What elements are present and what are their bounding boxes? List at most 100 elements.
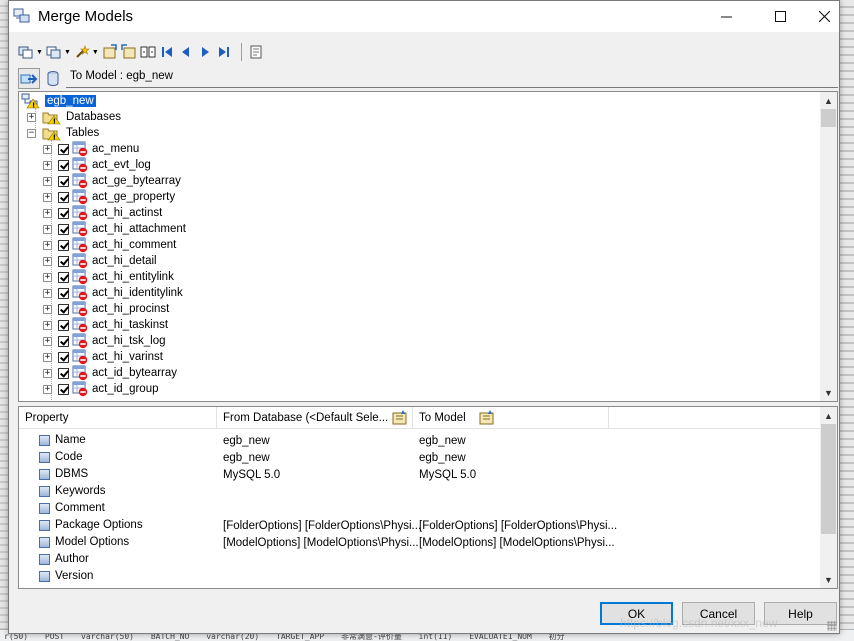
scroll-thumb[interactable] (821, 424, 836, 534)
property-row[interactable]: Author (19, 552, 822, 569)
table-checkbox[interactable] (58, 175, 69, 187)
table-name: act_hi_taskinst (92, 319, 169, 331)
expand-toggle[interactable]: + (43, 176, 52, 186)
expand-toggle[interactable]: + (43, 240, 52, 250)
previous-difference-button[interactable] (178, 41, 194, 63)
property-grid-header: Property From Database (<Default Sele...… (19, 407, 822, 429)
expand-toggle[interactable]: + (43, 384, 52, 394)
scroll-down-arrow[interactable]: ▼ (820, 384, 837, 401)
scroll-thumb[interactable] (821, 109, 836, 127)
table-node[interactable]: + act_hi_varinst (43, 349, 163, 365)
table-node[interactable]: + act_hi_attachment (43, 221, 186, 237)
close-button[interactable] (801, 1, 847, 32)
table-checkbox[interactable] (58, 271, 69, 283)
expand-toggle[interactable]: + (43, 144, 52, 154)
expand-toggle[interactable]: + (43, 208, 52, 218)
filter-button[interactable]: ▼ (74, 41, 99, 63)
tree-group-label: Databases (66, 111, 121, 123)
filter-wand-icon (76, 45, 90, 58)
from-database-value: MySQL 5.0 (223, 469, 281, 481)
properties-icon[interactable] (478, 410, 496, 426)
table-node[interactable]: + act_hi_comment (43, 237, 176, 253)
expand-toggle[interactable]: + (43, 352, 52, 362)
table-node[interactable]: + act_id_group (43, 381, 159, 397)
expand-toggle[interactable]: + (43, 256, 52, 266)
table-node[interactable]: + act_ge_property (43, 189, 175, 205)
expand-toggle[interactable]: + (43, 224, 52, 234)
table-node[interactable]: + act_hi_actinst (43, 205, 162, 221)
tree-vertical-scrollbar[interactable]: ▲ ▼ (820, 92, 837, 401)
minimize-button[interactable] (703, 1, 749, 32)
table-node[interactable]: + ac_menu (43, 141, 139, 157)
select-all-button[interactable]: ▼ (18, 41, 43, 63)
maximize-button[interactable] (757, 1, 803, 32)
tree-root[interactable]: ! egb_new (21, 93, 96, 109)
expand-toggle[interactable]: + (43, 368, 52, 378)
tree-group-databases[interactable]: + ! Databases (27, 109, 121, 125)
table-checkbox[interactable] (58, 383, 69, 395)
collapse-toggle[interactable]: − (27, 128, 36, 138)
table-node[interactable]: + act_evt_log (43, 157, 151, 173)
table-node[interactable]: + act_hi_tsk_log (43, 333, 166, 349)
property-row[interactable]: Version (19, 569, 822, 586)
table-node[interactable]: + act_hi_taskinst (43, 317, 168, 333)
expand-toggle[interactable]: + (43, 288, 52, 298)
resize-grip[interactable] (827, 621, 837, 631)
collapse-button[interactable] (121, 41, 137, 63)
first-difference-button[interactable] (159, 41, 175, 63)
expand-toggle[interactable]: + (43, 160, 52, 170)
expand-toggle[interactable]: + (43, 320, 52, 330)
table-checkbox[interactable] (58, 191, 69, 203)
last-difference-button[interactable] (216, 41, 232, 63)
compare-button[interactable] (140, 41, 156, 63)
table-checkbox[interactable] (58, 287, 69, 299)
expand-toggle[interactable]: + (27, 112, 36, 122)
table-checkbox[interactable] (58, 319, 69, 331)
table-checkbox[interactable] (58, 207, 69, 219)
property-row[interactable]: Model Options [ModelOptions] [ModelOption… (19, 535, 822, 552)
toolbar: ▼ ▼ ▼ (18, 40, 267, 64)
merge-direction-button[interactable] (18, 68, 40, 89)
table-checkbox[interactable] (58, 239, 69, 251)
table-checkbox[interactable] (58, 367, 69, 379)
property-vertical-scrollbar[interactable]: ▲ ▼ (820, 407, 837, 588)
table-node[interactable]: + act_hi_procinst (43, 301, 169, 317)
property-row[interactable]: DBMS MySQL 5.0 MySQL 5.0 (19, 467, 822, 484)
dropdown-arrow-icon[interactable]: ▼ (36, 49, 43, 56)
properties-icon[interactable] (391, 410, 409, 426)
table-checkbox[interactable] (58, 335, 69, 347)
table-node[interactable]: + act_id_bytearray (43, 365, 177, 381)
expand-toggle[interactable]: + (43, 192, 52, 202)
table-node[interactable]: + act_hi_identitylink (43, 285, 183, 301)
scroll-up-arrow[interactable]: ▲ (820, 407, 837, 424)
table-checkbox[interactable] (58, 351, 69, 363)
expand-toggle[interactable]: + (43, 272, 52, 282)
table-node[interactable]: + act_ge_bytearray (43, 173, 181, 189)
deselect-button[interactable]: ▼ (46, 41, 71, 63)
table-checkbox[interactable] (58, 143, 69, 155)
dropdown-arrow-icon[interactable]: ▼ (92, 49, 99, 56)
expand-toggle[interactable]: + (43, 304, 52, 314)
table-checkbox[interactable] (58, 159, 69, 171)
table-delete-icon (72, 333, 88, 349)
table-checkbox[interactable] (58, 255, 69, 267)
dropdown-arrow-icon[interactable]: ▼ (64, 49, 71, 56)
previous-arrow-icon (181, 47, 189, 57)
report-button[interactable] (248, 41, 264, 63)
scroll-down-arrow[interactable]: ▼ (820, 571, 837, 588)
property-row[interactable]: Code egb_new egb_new (19, 450, 822, 467)
property-row[interactable]: Package Options [FolderOptions] [FolderOp… (19, 518, 822, 535)
scroll-up-arrow[interactable]: ▲ (820, 92, 837, 109)
expand-toggle[interactable]: + (43, 336, 52, 346)
property-row[interactable]: Name egb_new egb_new (19, 433, 822, 450)
table-node[interactable]: + act_hi_entitylink (43, 269, 174, 285)
tree-group-tables[interactable]: − ! Tables (27, 125, 99, 141)
expand-button[interactable] (102, 41, 118, 63)
table-checkbox[interactable] (58, 223, 69, 235)
property-row[interactable]: Comment (19, 501, 822, 518)
next-difference-button[interactable] (197, 41, 213, 63)
table-checkbox[interactable] (58, 303, 69, 315)
property-row[interactable]: Keywords (19, 484, 822, 501)
database-button[interactable] (42, 68, 64, 89)
table-node[interactable]: + act_hi_detail (43, 253, 157, 269)
